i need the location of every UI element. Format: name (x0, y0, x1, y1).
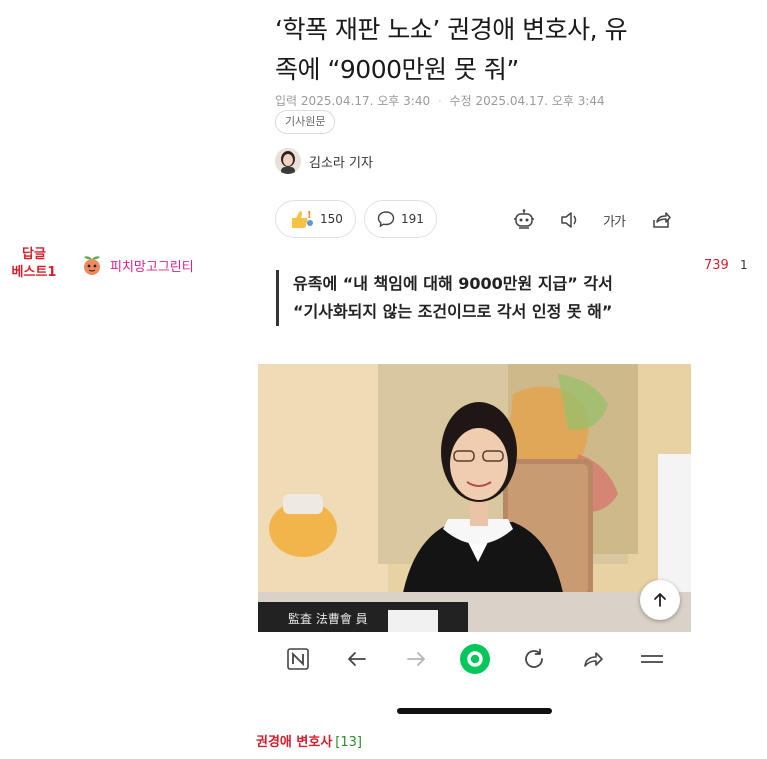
article-subhead-quote: 유족에 “내 책임에 대해 9000만원 지급” 각서 “기사화되지 않는 조건… (276, 270, 613, 326)
comment-icon (377, 211, 395, 228)
input-date: 2025.04.17. 오후 3:40 (300, 94, 431, 108)
related-post-link[interactable]: 권경애 변호사 [13] (256, 731, 362, 750)
scroll-to-top-button[interactable] (640, 580, 680, 620)
headline-line1: ‘학폭 재판 노쇼’ 권경애 변호사, 유 (275, 15, 628, 44)
edit-label: 수정 (449, 94, 472, 108)
back-arrow-icon[interactable] (341, 643, 373, 675)
author[interactable]: 피치망고그린티 (80, 254, 194, 276)
svg-text:監査 法曹會 員: 監査 法曹會 員 (288, 611, 368, 626)
reporter-avatar (275, 148, 301, 174)
best-badge-line1: 답글 (22, 247, 46, 262)
author-name[interactable]: 피치망고그린티 (110, 256, 194, 275)
edit-date: 2025.04.17. 오후 3:44 (475, 94, 605, 108)
related-post-title[interactable]: 권경애 변호사 (256, 735, 332, 750)
arrow-up-icon (654, 593, 666, 607)
headline-line2: 족에 “9000만원 못 줘” (275, 55, 519, 84)
comment-count: 191 (401, 212, 424, 226)
green-home-icon[interactable] (459, 643, 491, 675)
menu-icon[interactable] (636, 643, 668, 675)
reporter[interactable]: 김소라 기자 (275, 148, 373, 174)
quote-line1: 유족에 “내 책임에 대해 9000만원 지급” 각서 (293, 274, 613, 293)
best-reply-badge: 답글 베스트1 (6, 246, 62, 282)
forward-arrow-icon[interactable] (400, 643, 432, 675)
speaker-icon[interactable] (557, 207, 583, 233)
like-count: 150 (320, 212, 343, 226)
reaction-button[interactable]: ! 150 (275, 200, 356, 238)
article-headline: ‘학폭 재판 노쇼’ 권경애 변호사, 유 족에 “9000만원 못 줘” (275, 10, 715, 90)
best-badge-line2: 베스트1 (11, 265, 57, 280)
share-icon[interactable] (577, 643, 609, 675)
view-count: 739 (704, 258, 729, 273)
article-meta: 입력 2025.04.17. 오후 3:40 · 수정 2025.04.17. … (275, 92, 605, 109)
peach-avatar-icon (80, 254, 104, 276)
recommend-count: 1 (740, 258, 748, 272)
thumbs-up-icon: ! (292, 210, 313, 228)
original-article-button[interactable]: 기사원문 (275, 110, 336, 134)
browser-toolbar (258, 632, 691, 686)
font-size-icon[interactable]: 가가 (601, 207, 627, 233)
refresh-icon[interactable] (518, 643, 550, 675)
meta-divider: · (437, 94, 442, 108)
home-indicator (397, 708, 552, 714)
robot-summary-icon[interactable] (511, 207, 537, 233)
share-article-icon[interactable] (648, 207, 674, 233)
naver-n-icon[interactable] (282, 643, 314, 675)
quote-line2: “기사화되지 않는 조건이므로 각서 인정 못 해” (293, 302, 613, 321)
comment-button[interactable]: 191 (364, 200, 437, 238)
input-label: 입력 (275, 94, 298, 108)
related-post-comment-count: [13] (335, 735, 362, 750)
reporter-name: 김소라 기자 (309, 155, 373, 171)
svg-text:!: ! (307, 210, 312, 221)
article-photo: 監査 法曹會 員 (258, 364, 691, 632)
